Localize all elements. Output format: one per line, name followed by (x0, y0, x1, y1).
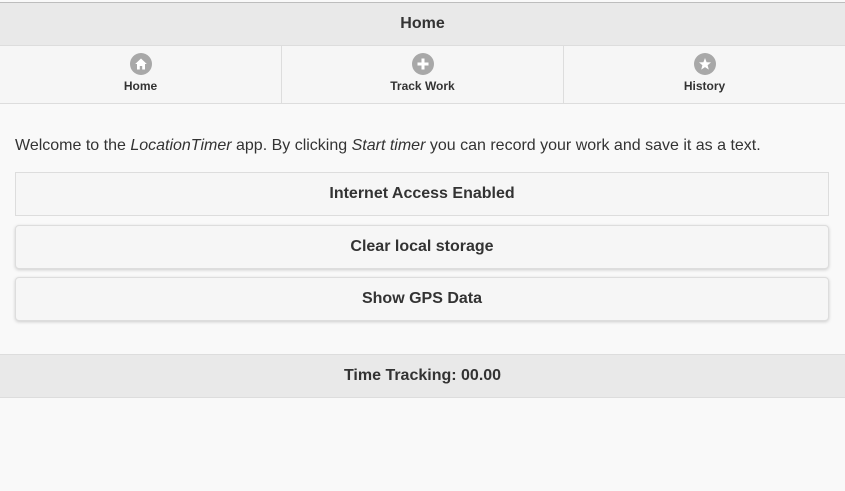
page-title: Home (400, 15, 445, 32)
clear-local-storage-button[interactable]: Clear local storage (15, 225, 829, 269)
plus-icon (411, 53, 434, 75)
star-icon (693, 53, 716, 75)
intro-part3: you can record your work and save it as … (425, 137, 761, 154)
show-gps-data-button[interactable]: Show GPS Data (15, 277, 829, 321)
nav-label-history: History (683, 79, 726, 93)
time-tracking-text: Time Tracking: 00.00 (343, 367, 502, 384)
home-icon (129, 53, 152, 75)
intro-action: Start timer (351, 137, 426, 154)
page-footer: Time Tracking: 00.00 (0, 354, 845, 398)
nav-item-history[interactable]: History (564, 46, 845, 103)
intro-text: Welcome to the LocationTimer app. By cli… (15, 137, 829, 155)
navbar: Home Track Work History (0, 46, 845, 104)
intro-app-name: LocationTimer (130, 137, 232, 154)
internet-access-button[interactable]: Internet Access Enabled (15, 172, 829, 216)
main-content: Welcome to the LocationTimer app. By cli… (15, 104, 829, 321)
page-header: Home (0, 2, 845, 46)
nav-item-track-work[interactable]: Track Work (282, 46, 564, 103)
nav-item-home[interactable]: Home (0, 46, 282, 103)
nav-label-track-work: Track Work (390, 79, 455, 93)
nav-label-home: Home (123, 79, 158, 93)
intro-part1: Welcome to the (15, 137, 131, 154)
intro-part2: app. By clicking (231, 137, 352, 154)
